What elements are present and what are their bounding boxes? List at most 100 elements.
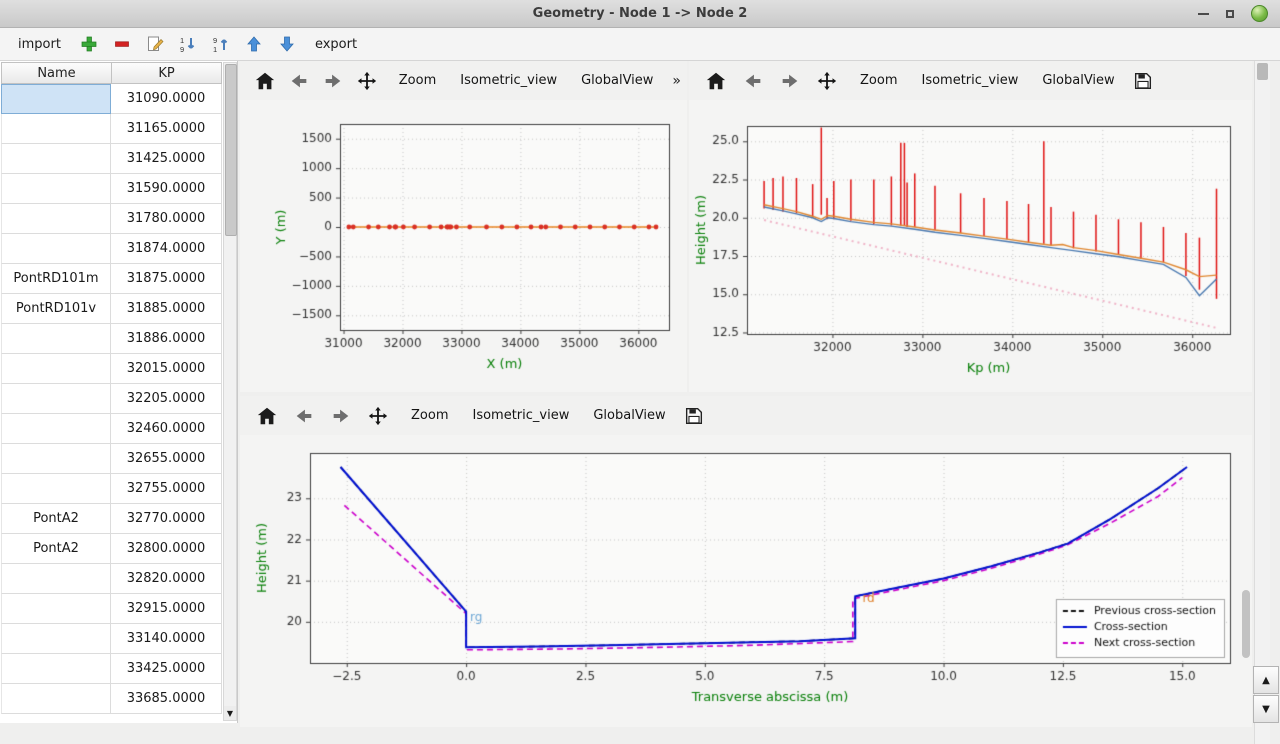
- table-row[interactable]: PontRD101v31885.0000: [1, 294, 222, 324]
- table-row[interactable]: 31780.0000: [1, 204, 222, 234]
- name-cell[interactable]: [1, 354, 111, 384]
- edit-button[interactable]: [142, 31, 168, 57]
- sort-ascending-button[interactable]: 91: [208, 31, 234, 57]
- kp-cell[interactable]: 32755.0000: [111, 474, 222, 504]
- global-view-button[interactable]: GlobalView: [570, 68, 664, 93]
- column-header-kp[interactable]: KP: [111, 62, 222, 84]
- name-cell[interactable]: [1, 174, 111, 204]
- name-cell[interactable]: [1, 414, 111, 444]
- back-button[interactable]: [289, 401, 319, 431]
- global-view-button[interactable]: GlobalView: [1031, 68, 1125, 93]
- name-cell[interactable]: PontRD101m: [1, 264, 111, 294]
- name-cell[interactable]: [1, 324, 111, 354]
- name-cell[interactable]: [1, 384, 111, 414]
- kp-cell[interactable]: 32770.0000: [111, 504, 222, 534]
- sort-descending-button[interactable]: 19: [175, 31, 201, 57]
- global-view-button[interactable]: GlobalView: [582, 403, 676, 428]
- kp-cell[interactable]: 31590.0000: [111, 174, 222, 204]
- name-cell[interactable]: PontRD101v: [1, 294, 111, 324]
- name-cell[interactable]: [1, 624, 111, 654]
- table-row[interactable]: 32205.0000: [1, 384, 222, 414]
- export-button[interactable]: export: [307, 34, 365, 55]
- pan-button[interactable]: [812, 66, 842, 96]
- minimize-button[interactable]: [1198, 13, 1209, 15]
- table-scrollbar-thumb[interactable]: [225, 64, 237, 236]
- scroll-up-button[interactable]: ▲: [1253, 666, 1279, 694]
- save-button[interactable]: [1128, 66, 1158, 96]
- table-row[interactable]: 32755.0000: [1, 474, 222, 504]
- kp-cell[interactable]: 31425.0000: [111, 144, 222, 174]
- name-cell[interactable]: [1, 84, 111, 114]
- profile-canvas[interactable]: [689, 100, 1252, 392]
- table-scrollbar[interactable]: ▼: [223, 62, 237, 721]
- move-down-button[interactable]: [274, 31, 300, 57]
- zoom-button[interactable]: Zoom: [400, 403, 459, 428]
- name-cell[interactable]: [1, 654, 111, 684]
- name-cell[interactable]: [1, 684, 111, 714]
- import-button[interactable]: import: [10, 34, 69, 55]
- scroll-down-button[interactable]: ▼: [1253, 695, 1279, 723]
- home-button[interactable]: [252, 66, 279, 96]
- move-up-button[interactable]: [241, 31, 267, 57]
- forward-button[interactable]: [326, 401, 356, 431]
- toolbar-overflow-button[interactable]: »: [666, 68, 687, 94]
- zoom-button[interactable]: Zoom: [849, 68, 908, 93]
- forward-button[interactable]: [775, 66, 805, 96]
- kp-cell[interactable]: 33140.0000: [111, 624, 222, 654]
- kp-cell[interactable]: 32800.0000: [111, 534, 222, 564]
- table-row[interactable]: 31425.0000: [1, 144, 222, 174]
- forward-button[interactable]: [320, 66, 347, 96]
- table-scroll-down-button[interactable]: ▼: [224, 706, 236, 720]
- table-row[interactable]: PontA232770.0000: [1, 504, 222, 534]
- kp-cell[interactable]: 32820.0000: [111, 564, 222, 594]
- table-row[interactable]: 32655.0000: [1, 444, 222, 474]
- back-button[interactable]: [738, 66, 768, 96]
- home-button[interactable]: [252, 401, 282, 431]
- plan-view-canvas[interactable]: [240, 100, 687, 392]
- pan-button[interactable]: [354, 66, 381, 96]
- add-row-button[interactable]: [76, 31, 102, 57]
- remove-row-button[interactable]: [109, 31, 135, 57]
- kp-cell[interactable]: 33425.0000: [111, 654, 222, 684]
- kp-cell[interactable]: 33685.0000: [111, 684, 222, 714]
- table-row[interactable]: 31886.0000: [1, 324, 222, 354]
- table-row[interactable]: 32015.0000: [1, 354, 222, 384]
- table-row[interactable]: 31165.0000: [1, 114, 222, 144]
- table-row[interactable]: 31874.0000: [1, 234, 222, 264]
- close-button[interactable]: [1251, 5, 1268, 22]
- table-row[interactable]: PontA232800.0000: [1, 534, 222, 564]
- name-cell[interactable]: [1, 474, 111, 504]
- isometric-view-button[interactable]: Isometric_view: [461, 403, 580, 428]
- home-button[interactable]: [701, 66, 731, 96]
- pan-button[interactable]: [363, 401, 393, 431]
- kp-cell[interactable]: 32205.0000: [111, 384, 222, 414]
- table-row[interactable]: 32915.0000: [1, 594, 222, 624]
- table-row[interactable]: 33425.0000: [1, 654, 222, 684]
- kp-cell[interactable]: 31165.0000: [111, 114, 222, 144]
- kp-cell[interactable]: 32655.0000: [111, 444, 222, 474]
- name-cell[interactable]: [1, 594, 111, 624]
- window-scrollbar[interactable]: [1254, 61, 1270, 744]
- name-cell[interactable]: [1, 114, 111, 144]
- kp-cell[interactable]: 31885.0000: [111, 294, 222, 324]
- isometric-view-button[interactable]: Isometric_view: [449, 68, 568, 93]
- window-scrollbar-thumb[interactable]: [1257, 63, 1268, 80]
- cross-section-canvas[interactable]: [240, 435, 1252, 727]
- name-cell[interactable]: PontA2: [1, 534, 111, 564]
- table-row[interactable]: 31090.0000: [1, 84, 222, 114]
- table-row[interactable]: 31590.0000: [1, 174, 222, 204]
- name-cell[interactable]: [1, 144, 111, 174]
- titlebar[interactable]: Geometry - Node 1 -> Node 2: [0, 0, 1280, 28]
- kp-cell[interactable]: 31875.0000: [111, 264, 222, 294]
- name-cell[interactable]: [1, 444, 111, 474]
- save-button[interactable]: [679, 401, 709, 431]
- zoom-button[interactable]: Zoom: [388, 68, 447, 93]
- kp-cell[interactable]: 32460.0000: [111, 414, 222, 444]
- column-header-name[interactable]: Name: [1, 62, 111, 84]
- kp-cell[interactable]: 31780.0000: [111, 204, 222, 234]
- name-cell[interactable]: [1, 204, 111, 234]
- maximize-button[interactable]: [1226, 10, 1234, 18]
- table-row[interactable]: 32820.0000: [1, 564, 222, 594]
- name-cell[interactable]: [1, 234, 111, 264]
- table-row[interactable]: PontRD101m31875.0000: [1, 264, 222, 294]
